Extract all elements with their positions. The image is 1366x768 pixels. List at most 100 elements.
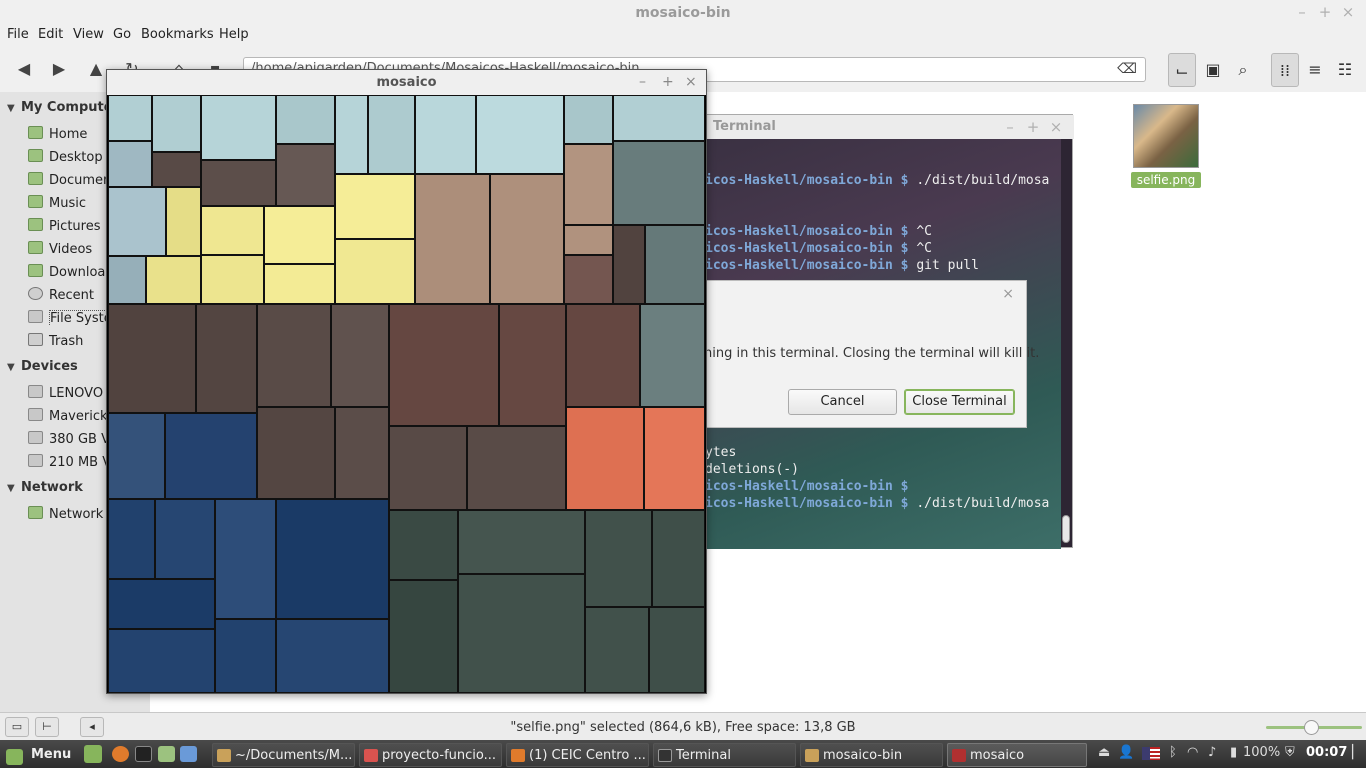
recent-icon xyxy=(28,287,43,300)
task-mosaico[interactable]: mosaico xyxy=(947,743,1087,767)
menu-view[interactable]: View xyxy=(73,27,104,42)
maximize-button[interactable]: + xyxy=(1025,119,1041,135)
downloads-folder-icon xyxy=(28,264,43,277)
notification-icon[interactable]: ▏ xyxy=(1352,745,1362,760)
sidebar-section-devices[interactable]: ▼ Devices xyxy=(7,359,78,374)
mosaic-tile xyxy=(108,579,215,629)
mosaic-tile xyxy=(201,95,276,160)
browser-icon xyxy=(364,749,378,762)
sidebar-item-label: Desktop xyxy=(49,150,103,165)
new-folder-icon[interactable]: ▣ xyxy=(1199,53,1227,87)
minimize-button[interactable]: – xyxy=(1002,119,1018,135)
menu-label: Menu xyxy=(31,747,72,762)
mosaic-tile xyxy=(335,95,368,174)
mosaic-tile xyxy=(415,174,490,304)
toggle-location-button[interactable]: ⌙ xyxy=(1168,53,1196,87)
close-button[interactable]: × xyxy=(1048,119,1064,135)
menu-file[interactable]: File xyxy=(7,27,29,42)
browser-launcher-icon[interactable] xyxy=(180,746,197,762)
minimize-button[interactable]: – xyxy=(639,74,646,90)
sidebar-section-network[interactable]: ▼ Network xyxy=(7,480,83,495)
folder-icon xyxy=(805,749,819,762)
battery-icon[interactable]: ▮ xyxy=(1230,745,1237,760)
compact-view-button[interactable]: ☷ xyxy=(1331,53,1359,87)
clock[interactable]: 00:07 xyxy=(1306,745,1347,760)
mosaico-titlebar: mosaico – + × xyxy=(107,70,706,95)
mosaic-tile xyxy=(368,95,415,174)
clear-location-icon[interactable]: ⌫ xyxy=(1117,61,1137,77)
task-ceic[interactable]: (1) CEIC Centro ... xyxy=(506,743,649,767)
file-item[interactable]: selfie.png xyxy=(1131,104,1201,188)
sidebar-section-my-computer[interactable]: ▼ My Computer xyxy=(7,100,119,115)
task-terminal[interactable]: Terminal xyxy=(653,743,796,767)
mosaic-tile xyxy=(257,304,331,407)
task-label: (1) CEIC Centro ... xyxy=(529,748,646,763)
command: ./dist/build/mosa xyxy=(908,173,1050,188)
files-launcher-icon[interactable] xyxy=(158,746,175,762)
network-icon xyxy=(28,506,43,519)
icon-view-button[interactable]: ⁞⁞ xyxy=(1271,53,1299,87)
mosaic-tile xyxy=(335,239,415,304)
menu-button[interactable]: Menu xyxy=(0,743,76,767)
mosaic-tile xyxy=(490,174,564,304)
sidebar-item-label: Mavericks xyxy=(49,409,115,424)
task-proyecto[interactable]: proyecto-funcio... xyxy=(359,743,502,767)
mosaic-tile xyxy=(389,304,499,426)
volume-icon[interactable]: ♪ xyxy=(1208,745,1216,760)
keyboard-layout-icon[interactable] xyxy=(1142,747,1160,760)
search-icon[interactable]: ⌕ xyxy=(1229,53,1257,87)
menu-go[interactable]: Go xyxy=(113,27,131,42)
forward-icon[interactable]: ▶ xyxy=(48,58,70,80)
zoom-slider-handle[interactable] xyxy=(1304,720,1319,735)
mosaic-tile xyxy=(276,144,335,206)
user-icon[interactable]: 👤 xyxy=(1118,745,1134,760)
trash-icon xyxy=(28,333,43,346)
terminal-title: Terminal xyxy=(713,119,776,134)
task-documents[interactable]: ~/Documents/M... xyxy=(212,743,355,767)
dialog-close-icon[interactable]: × xyxy=(1002,286,1014,302)
mosaic-tile xyxy=(215,619,276,693)
mosaic-tile xyxy=(389,426,467,510)
cancel-button[interactable]: Cancel xyxy=(788,389,897,415)
terminal-scrollbar[interactable] xyxy=(1062,515,1070,543)
mosaic-tile xyxy=(335,174,415,239)
drive-icon xyxy=(28,310,43,323)
maximize-button[interactable]: + xyxy=(1317,4,1333,20)
list-view-button[interactable]: ≡ xyxy=(1301,53,1329,87)
maximize-button[interactable]: + xyxy=(662,74,674,90)
close-terminal-dialog: × ning in this terminal. Closing the ter… xyxy=(703,280,1039,428)
mosaic-tile xyxy=(276,499,389,619)
file-name: selfie.png xyxy=(1131,172,1201,188)
prompt: icos-Haskell/mosaico-bin $ xyxy=(705,224,909,239)
menu-edit[interactable]: Edit xyxy=(38,27,63,42)
sidebar-item-label: Network xyxy=(49,507,104,522)
drive-icon xyxy=(28,408,43,421)
mosaic-tile xyxy=(146,256,201,304)
show-desktop-icon[interactable] xyxy=(84,745,102,763)
minimize-button[interactable]: – xyxy=(1294,4,1310,20)
collapse-arrow-icon: ▼ xyxy=(7,362,15,373)
mosaic-tile xyxy=(467,426,566,510)
back-icon[interactable]: ◀ xyxy=(13,58,35,80)
menu-bookmarks[interactable]: Bookmarks xyxy=(141,27,214,42)
mosaic-tile xyxy=(201,206,264,255)
close-button[interactable]: × xyxy=(1340,4,1356,20)
mosaic-tile xyxy=(264,206,335,264)
mosaic-tile xyxy=(152,152,201,187)
task-mosaico-bin[interactable]: mosaico-bin xyxy=(800,743,943,767)
mosaic-tile xyxy=(264,264,335,304)
firefox-icon[interactable] xyxy=(112,746,129,762)
close-terminal-button[interactable]: Close Terminal xyxy=(904,389,1015,415)
mosaic-tile xyxy=(257,407,335,499)
menu-help[interactable]: Help xyxy=(219,27,249,42)
eject-icon[interactable]: ⏏ xyxy=(1098,745,1110,760)
close-button[interactable]: × xyxy=(685,74,697,90)
wifi-icon[interactable]: ◠ xyxy=(1187,745,1198,760)
terminal-launcher-icon[interactable] xyxy=(135,746,152,762)
shield-icon[interactable]: ⛨ xyxy=(1285,745,1295,760)
prompt: icos-Haskell/mosaico-bin $ xyxy=(705,496,909,511)
sidebar-item-label: Videos xyxy=(49,242,93,257)
mosaic-tile xyxy=(152,95,201,152)
bluetooth-icon[interactable]: ᛒ xyxy=(1169,745,1177,760)
up-icon[interactable]: ▲ xyxy=(85,58,107,80)
